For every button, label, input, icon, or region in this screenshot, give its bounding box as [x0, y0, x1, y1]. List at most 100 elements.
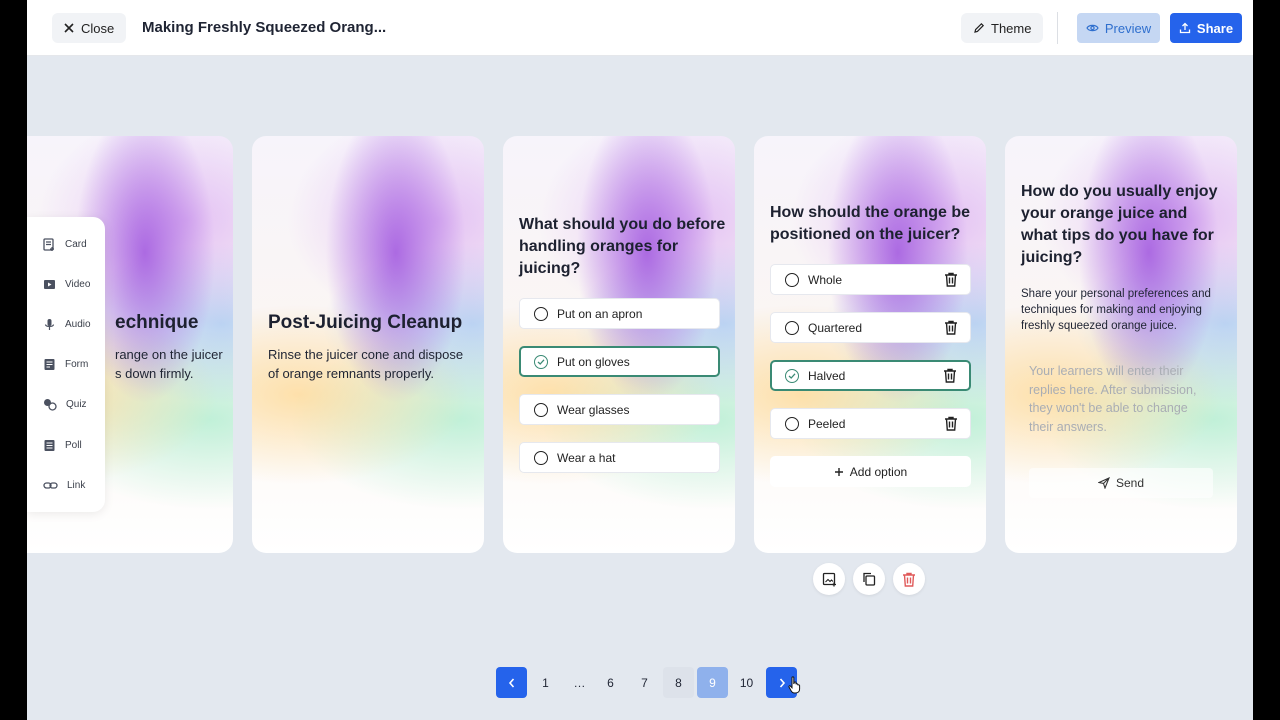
- option-label: Wear glasses: [557, 402, 630, 417]
- trash-icon[interactable]: [944, 320, 958, 335]
- palette-item-audio[interactable]: Audio: [43, 316, 91, 332]
- trash-icon[interactable]: [944, 272, 958, 287]
- radio-icon: [785, 416, 799, 431]
- palette-label: Audio: [65, 318, 91, 330]
- option-label: Quartered: [808, 320, 863, 335]
- palette-item-card[interactable]: Card: [43, 236, 87, 252]
- reply-textarea[interactable]: Your learners will enter their replies h…: [1029, 362, 1213, 436]
- palette-label: Card: [65, 238, 87, 250]
- pagination-page[interactable]: 1: [530, 667, 561, 698]
- share-button[interactable]: Share: [1170, 13, 1242, 43]
- palette-label: Quiz: [66, 398, 87, 410]
- plus-icon: [834, 467, 843, 476]
- eye-icon: [1086, 24, 1099, 32]
- chevron-left-icon: [508, 677, 514, 688]
- toolbar-divider: [1057, 12, 1058, 44]
- card-title: echnique: [115, 312, 199, 333]
- delete-card-button[interactable]: [893, 563, 925, 595]
- theme-label: Theme: [991, 20, 1032, 36]
- question-title-line: what tips do you have for: [1021, 227, 1214, 244]
- option-glasses[interactable]: Wear glasses: [519, 394, 720, 425]
- editor-app: Close Making Freshly Squeezed Orang... T…: [27, 0, 1253, 720]
- option-label: Put on an apron: [557, 306, 643, 321]
- pagination-prev-button[interactable]: [496, 667, 527, 698]
- palette-item-form[interactable]: Form: [43, 356, 88, 372]
- palette-item-video[interactable]: Video: [43, 276, 90, 292]
- trash-icon: [903, 572, 915, 587]
- document-title: Making Freshly Squeezed Orang...: [142, 19, 387, 36]
- card-cleanup[interactable]: Post-Juicing Cleanup Rinse the juicer co…: [252, 136, 484, 553]
- poll-icon: [44, 439, 55, 451]
- palette-item-poll[interactable]: Poll: [43, 437, 82, 453]
- option-hat[interactable]: Wear a hat: [519, 442, 720, 473]
- theme-button[interactable]: Theme: [961, 13, 1044, 43]
- palette-item-link[interactable]: Link: [43, 477, 85, 493]
- trash-icon[interactable]: [944, 416, 958, 431]
- radio-icon: [534, 402, 548, 417]
- card-text-line: range on the juicer: [115, 347, 223, 362]
- placeholder-line: Your learners will enter their: [1029, 364, 1184, 378]
- radio-icon: [534, 306, 548, 321]
- mouse-cursor-icon: [788, 676, 801, 694]
- preview-label: Preview: [1104, 20, 1152, 36]
- card-text-line: Rinse the juicer cone and dispose: [268, 347, 464, 362]
- close-button[interactable]: Close: [52, 13, 127, 43]
- send-button[interactable]: Send: [1029, 468, 1213, 498]
- image-add-icon: [822, 572, 836, 586]
- send-label: Send: [1115, 476, 1145, 490]
- pagination-page[interactable]: 8: [663, 667, 694, 698]
- form-icon: [44, 358, 55, 370]
- option-quartered[interactable]: Quartered: [770, 312, 971, 343]
- description-line: Share your personal preferences and: [1021, 288, 1211, 300]
- option-peeled[interactable]: Peeled: [770, 408, 971, 439]
- card-quiz-before-handling[interactable]: What should you do before handling orang…: [503, 136, 735, 553]
- pagination-page-current[interactable]: 9: [697, 667, 728, 698]
- pagination-page[interactable]: 6: [595, 667, 626, 698]
- card-text-line: of orange remnants properly.: [268, 366, 434, 381]
- radio-icon: [785, 320, 799, 335]
- option-apron[interactable]: Put on an apron: [519, 298, 720, 329]
- question-title-line: juicing?: [1021, 249, 1083, 266]
- duplicate-card-button[interactable]: [853, 563, 885, 595]
- video-icon: [44, 279, 55, 289]
- pagination-page[interactable]: 10: [731, 667, 762, 698]
- question-title-line: What should you do before: [519, 216, 726, 233]
- option-label: Wear a hat: [557, 450, 616, 465]
- option-whole[interactable]: Whole: [770, 264, 971, 295]
- question-title-line: your orange juice and: [1021, 205, 1188, 222]
- close-label: Close: [81, 20, 115, 36]
- option-halved[interactable]: Halved: [770, 360, 971, 391]
- option-label: Halved: [808, 368, 846, 383]
- placeholder-line: their answers.: [1029, 419, 1107, 434]
- trash-icon[interactable]: [943, 368, 957, 383]
- description-line: techniques for making and enjoying: [1021, 304, 1202, 316]
- upload-icon: [1179, 22, 1191, 34]
- pagination-page[interactable]: 7: [629, 667, 660, 698]
- palette-label: Link: [67, 479, 86, 491]
- pagination-ellipsis: …: [573, 675, 586, 690]
- chevron-right-icon: [779, 677, 785, 688]
- card-open-question[interactable]: How do you usually enjoy your orange jui…: [1005, 136, 1237, 553]
- close-icon: [64, 23, 74, 33]
- option-label: Put on gloves: [557, 354, 630, 369]
- option-gloves[interactable]: Put on gloves: [519, 346, 720, 377]
- palette-label: Form: [65, 358, 89, 370]
- palette-item-quiz[interactable]: Quiz: [43, 396, 87, 412]
- replace-image-button[interactable]: [813, 563, 845, 595]
- description-line: freshly squeezed orange juice.: [1021, 320, 1177, 332]
- check-circle-icon: [534, 354, 548, 369]
- card-text-line: s down firmly.: [115, 366, 194, 381]
- add-option-button[interactable]: Add option: [770, 456, 971, 487]
- preview-button[interactable]: Preview: [1077, 13, 1160, 43]
- quiz-icon: [44, 398, 57, 411]
- send-icon: [1097, 477, 1110, 489]
- question-title-line: How should the orange be: [770, 204, 971, 221]
- share-label: Share: [1196, 20, 1234, 36]
- option-label: Whole: [808, 272, 843, 287]
- card-quiz-orange-position[interactable]: How should the orange be positioned on t…: [754, 136, 986, 553]
- palette-label: Poll: [65, 439, 82, 451]
- radio-icon: [534, 450, 548, 465]
- link-icon: [43, 481, 58, 489]
- content-type-palette: Card Video Audio Form Quiz Poll Link: [27, 217, 105, 512]
- radio-icon: [785, 272, 799, 287]
